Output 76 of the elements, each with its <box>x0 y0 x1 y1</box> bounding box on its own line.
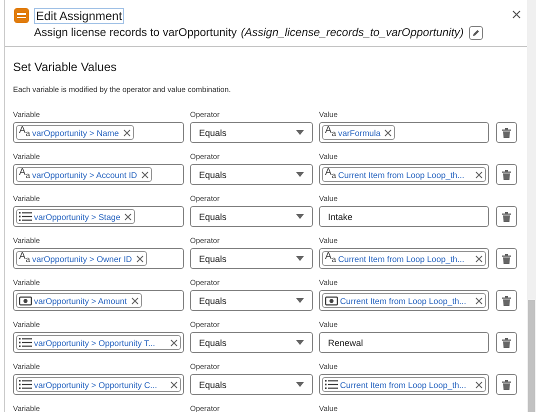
list-icon <box>19 211 32 222</box>
trash-icon <box>502 170 511 180</box>
pencil-icon <box>472 29 480 37</box>
remove-icon <box>475 296 483 304</box>
variable-pill[interactable]: A$_{a}$ varOpportunity > Name <box>16 125 134 140</box>
variable-pill[interactable]: A$_{a}$ varOpportunity > Account ID <box>16 167 152 182</box>
remove-icon <box>475 380 483 388</box>
delete-button[interactable] <box>496 248 517 269</box>
delete-button[interactable] <box>496 290 517 311</box>
operator-dropdown[interactable]: Equals <box>190 374 313 395</box>
remove-icon <box>475 170 483 178</box>
list-icon <box>325 379 338 390</box>
variable-field[interactable]: A$_{a}$ varOpportunity > Account ID <box>13 164 184 185</box>
variable-field[interactable]: varOpportunity > Stage <box>13 206 184 227</box>
close-icon <box>512 10 521 19</box>
assignment-icon <box>14 8 29 23</box>
list-icon <box>19 337 32 348</box>
remove-icon <box>130 296 139 304</box>
value-field[interactable]: A$_{a}$ varFormula <box>319 122 489 143</box>
remove-icon <box>124 212 132 220</box>
delete-button[interactable] <box>496 374 517 395</box>
operator-dropdown[interactable]: Equals <box>190 290 313 311</box>
dropdown-caret-icon <box>296 340 304 345</box>
trash-icon <box>502 296 511 306</box>
list-icon <box>19 379 32 390</box>
dropdown-caret-icon <box>296 256 304 261</box>
remove-icon <box>384 128 392 136</box>
delete-button[interactable] <box>496 122 517 143</box>
remove-icon <box>122 128 131 136</box>
variable-field[interactable]: A$_{a}$ varOpportunity > Owner ID <box>13 248 184 269</box>
text-type-icon: A$_{a}$ <box>325 126 336 139</box>
trash-icon <box>502 338 511 348</box>
operator-dropdown[interactable]: Equals <box>190 248 313 269</box>
dropdown-caret-icon <box>296 298 304 303</box>
remove-icon <box>170 380 178 388</box>
dropdown-caret-icon <box>296 214 304 219</box>
trash-icon <box>502 380 511 390</box>
delete-button[interactable] <box>496 206 517 227</box>
operator-dropdown[interactable]: Equals <box>190 332 313 353</box>
variable-field[interactable]: varOpportunity > Amount <box>13 290 184 311</box>
delete-button[interactable] <box>496 164 517 185</box>
section-heading: Set Variable Values <box>13 60 118 74</box>
variable-field[interactable]: A$_{a}$ varOpportunity > Name <box>13 122 184 143</box>
banknote-icon <box>325 296 338 306</box>
dialog-title: Edit Assignment <box>34 8 124 24</box>
variable-pill[interactable]: A$_{a}$ varOpportunity > Owner ID <box>16 251 147 266</box>
value-field[interactable]: Renewal <box>319 332 489 353</box>
remove-icon <box>170 338 178 346</box>
variable-pill[interactable]: varOpportunity > Stage <box>16 209 136 224</box>
value-field[interactable]: Intake <box>319 206 489 227</box>
delete-button[interactable] <box>496 332 517 353</box>
dropdown-caret-icon <box>296 172 304 177</box>
close-button[interactable] <box>512 10 521 19</box>
dropdown-caret-icon <box>296 130 304 135</box>
remove-icon <box>136 254 144 262</box>
value-pill[interactable]: A$_{a}$ varFormula <box>322 125 396 140</box>
operator-dropdown[interactable]: Equals <box>190 122 313 143</box>
trash-icon <box>502 128 511 138</box>
text-type-icon: A$_{a}$ <box>325 252 336 265</box>
text-type-icon: A$_{a}$ <box>19 168 30 181</box>
edit-button[interactable] <box>468 26 483 40</box>
variable-pill[interactable]: varOpportunity > Amount <box>16 293 142 308</box>
operator-dropdown[interactable]: Equals <box>190 206 313 227</box>
trash-icon <box>502 212 511 222</box>
banknote-icon <box>19 296 32 306</box>
trash-icon <box>502 254 511 264</box>
scrollbar[interactable] <box>527 0 536 412</box>
api-name: (Assign_license_records_to_varOpportunity) <box>240 27 464 39</box>
text-type-icon: A$_{a}$ <box>19 126 30 139</box>
dropdown-caret-icon <box>296 382 304 387</box>
element-label: Assign license records to varOpportunity <box>34 27 237 39</box>
remove-icon <box>141 170 150 178</box>
remove-icon <box>475 254 483 262</box>
text-type-icon: A$_{a}$ <box>325 168 336 181</box>
operator-dropdown[interactable]: Equals <box>190 164 313 185</box>
text-type-icon: A$_{a}$ <box>19 252 30 265</box>
